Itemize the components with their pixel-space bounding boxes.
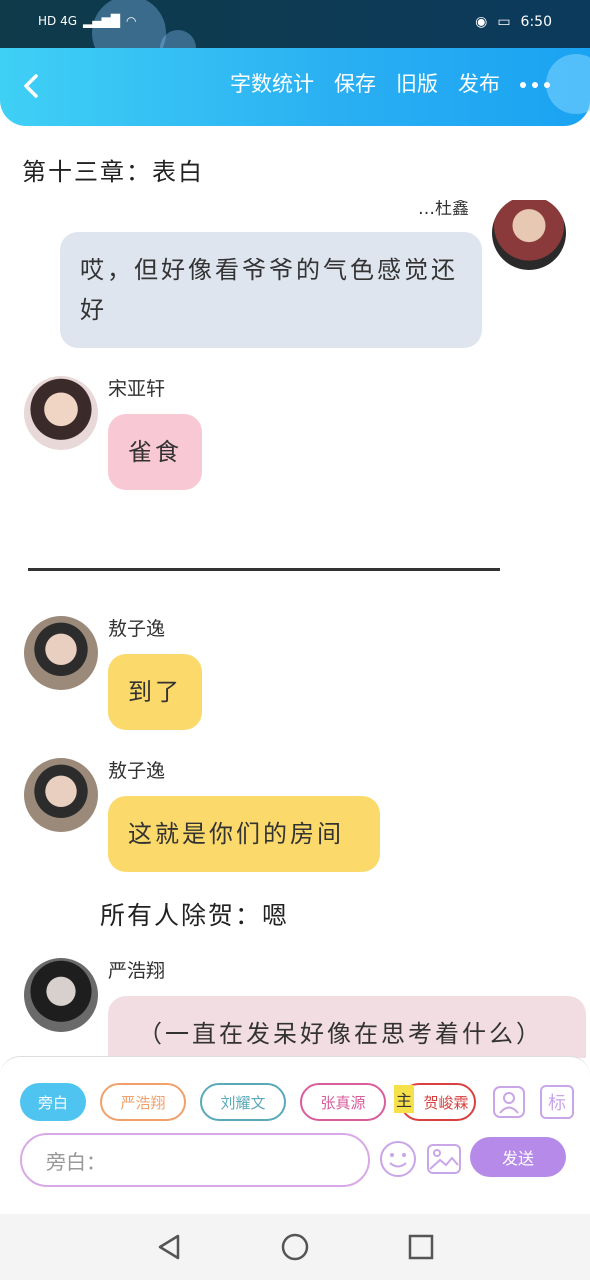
message-input[interactable]: 旁白： <box>20 1133 370 1187</box>
battery-icon: ▭ <box>497 14 511 30</box>
role-chip[interactable]: 刘耀文 <box>200 1083 286 1121</box>
message-bubble[interactable]: 这就是你们的房间 <box>108 796 380 872</box>
message-bubble[interactable]: （一直在发呆好像在思考着什么） <box>108 996 586 1058</box>
network-text: HD 4G <box>38 14 78 28</box>
chapter-title: 第十三章：表白 <box>22 158 204 186</box>
image-icon[interactable] <box>424 1139 464 1179</box>
role-chip[interactable]: 张真源 <box>300 1083 386 1121</box>
speaker-name: 严浩翔 <box>108 960 166 982</box>
header-actions: 字数统计 保存 旧版 发布 <box>230 68 500 98</box>
message-bubble[interactable]: 雀食 <box>108 414 202 490</box>
role-selector: 旁白 严浩翔 刘耀文 张真源 贺峻霖 主 标 <box>20 1083 580 1123</box>
compose-panel: 旁白 严浩翔 刘耀文 张真源 贺峻霖 主 标 旁白： 发送 <box>0 1056 590 1214</box>
status-bar: HD 4G ▂▄▆█ ◠ ◉ ▭ 6:50 <box>0 0 590 70</box>
speaker-name: 敖子逸 <box>108 760 166 782</box>
tag-button[interactable]: 标 <box>540 1085 574 1119</box>
status-left: HD 4G ▂▄▆█ ◠ <box>38 14 136 28</box>
publish-button[interactable]: 发布 <box>458 68 500 98</box>
character-icon[interactable] <box>492 1085 526 1119</box>
clock: 6:50 <box>520 14 552 30</box>
avatar[interactable] <box>24 376 98 450</box>
avatar[interactable] <box>24 758 98 832</box>
eye-icon: ◉ <box>475 14 488 30</box>
avatar[interactable] <box>24 616 98 690</box>
back-icon[interactable] <box>16 70 48 102</box>
system-nav-bar <box>0 1214 590 1280</box>
more-icon[interactable] <box>520 82 550 88</box>
send-button[interactable]: 发送 <box>470 1137 566 1177</box>
message-bubble[interactable]: 哎，但好像看爷爷的气色感觉还好 <box>60 232 482 348</box>
speaker-name: …杜鑫 <box>418 200 469 219</box>
recents-nav-icon[interactable] <box>404 1230 438 1264</box>
avatar[interactable] <box>492 200 566 270</box>
home-nav-icon[interactable] <box>278 1230 312 1264</box>
message-bubble[interactable]: 到了 <box>108 654 202 730</box>
decor-bubble <box>546 54 590 114</box>
divider <box>28 568 500 571</box>
status-right: ◉ ▭ 6:50 <box>475 14 552 30</box>
input-row: 旁白： 发送 <box>20 1133 580 1189</box>
speaker-name: 宋亚轩 <box>108 378 166 400</box>
role-chip-narrator[interactable]: 旁白 <box>20 1083 86 1121</box>
word-count-button[interactable]: 字数统计 <box>230 68 314 98</box>
back-nav-icon[interactable] <box>152 1230 186 1264</box>
narration-text[interactable]: 所有人除贺：嗯 <box>100 896 289 932</box>
avatar[interactable] <box>24 958 98 1032</box>
role-chip[interactable]: 严浩翔 <box>100 1083 186 1121</box>
chat-area[interactable]: …杜鑫 哎，但好像看爷爷的气色感觉还好 宋亚轩 雀食 敖子逸 到了 敖子逸 这就… <box>0 200 590 1058</box>
save-button[interactable]: 保存 <box>334 68 376 98</box>
wifi-icon: ◠ <box>125 14 137 28</box>
editor-header: 字数统计 保存 旧版 发布 <box>0 48 590 126</box>
emoji-icon[interactable] <box>378 1139 418 1179</box>
signal-icon: ▂▄▆█ <box>83 14 120 28</box>
old-version-button[interactable]: 旧版 <box>396 68 438 98</box>
speaker-name: 敖子逸 <box>108 618 166 640</box>
main-role-badge: 主 <box>394 1085 414 1113</box>
